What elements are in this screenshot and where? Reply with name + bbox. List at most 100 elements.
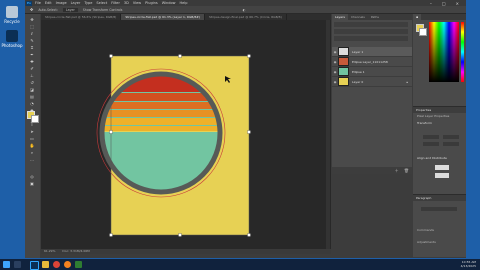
menu-filter[interactable]: Filter <box>111 1 120 5</box>
taskbar: 10:55 AM 4/13/2025 <box>0 259 480 270</box>
recycle-bin-label: Recycle <box>4 19 20 24</box>
hue-slider[interactable] <box>461 22 464 82</box>
photoshop-window: Ps File Edit Image Layer Type Select Fil… <box>25 0 466 258</box>
layer-actions-bar: ＋ 🗑︎ <box>332 167 412 174</box>
layer-name[interactable]: Layer 0 <box>352 80 363 84</box>
x-field[interactable] <box>423 142 439 146</box>
path-select-icon[interactable]: ➤ <box>28 129 36 134</box>
more-tools-icon[interactable]: … <box>28 157 36 162</box>
background-color-swatch[interactable] <box>31 115 39 123</box>
app-taskbar-icon[interactable] <box>75 261 82 268</box>
layer-row[interactable]: ◉ Ellipse Layer_11011258 <box>332 57 412 67</box>
crop-tool-icon[interactable]: ⌗ <box>28 45 36 50</box>
zoom-tool-icon[interactable]: ⌕ <box>28 150 36 155</box>
height-field[interactable] <box>443 135 459 139</box>
lasso-tool-icon[interactable]: ℓ <box>28 31 36 36</box>
align-buttons[interactable] <box>435 165 449 170</box>
quick-select-icon[interactable]: ✎ <box>28 38 36 43</box>
distribute-buttons[interactable] <box>435 173 449 178</box>
menu-help[interactable]: Help <box>180 1 188 5</box>
auto-select-label[interactable]: Auto-Select: <box>38 8 58 12</box>
menu-view[interactable]: View <box>133 1 141 5</box>
healing-brush-icon[interactable]: ✚ <box>28 59 36 64</box>
stripe-5 <box>102 118 220 125</box>
chrome-taskbar-icon[interactable] <box>53 261 60 268</box>
menu-file[interactable]: File <box>35 1 41 5</box>
menu-select[interactable]: Select <box>96 1 107 5</box>
maximize-icon[interactable]: □ <box>442 1 446 6</box>
document-canvas[interactable] <box>41 20 331 249</box>
adjustments-item[interactable]: Adjustments <box>413 239 436 246</box>
blur-tool-icon[interactable]: ◔ <box>28 101 36 106</box>
stamp-tool-icon[interactable]: ⊥ <box>28 73 36 78</box>
layer-name[interactable]: Layer 1 <box>352 50 363 54</box>
search-icon[interactable] <box>14 261 21 268</box>
menu-3d[interactable]: 3D <box>124 1 129 5</box>
lock-row[interactable] <box>334 36 408 41</box>
close-icon[interactable]: × <box>456 1 459 6</box>
delete-layer-icon[interactable]: 🗑︎ <box>404 168 409 173</box>
toolbar: ✥ ⬚ ℓ ✎ ⌗ ✒ ✚ ✐ ⊥ ↺ ◪ ▤ ◔ ● ✑ T ➤ ▭ ✋ ⌕ … <box>25 14 40 258</box>
app-logo: Ps <box>26 0 32 6</box>
menu-image[interactable]: Image <box>56 1 67 5</box>
layer-name[interactable]: Ellipse 1 <box>352 70 365 74</box>
menu-window[interactable]: Window <box>162 1 176 5</box>
brush-tool-icon[interactable]: ✐ <box>28 66 36 71</box>
stripe-3 <box>102 102 220 109</box>
options-bar: ✥ Auto-Select: Layer Show Transform Cont… <box>25 6 466 14</box>
browser-taskbar-icon[interactable] <box>64 261 71 268</box>
lock-icon: 🔒︎ <box>406 79 408 84</box>
gradient-tool-icon[interactable]: ▤ <box>28 94 36 99</box>
auto-select-dropdown[interactable]: Layer <box>62 7 78 12</box>
commands-item[interactable]: Commands <box>413 227 434 234</box>
transform-section[interactable]: Transform <box>413 120 466 127</box>
tab-color[interactable]: ▪ <box>413 14 422 20</box>
align-section[interactable]: Align and Distribute <box>413 155 447 162</box>
tab-channels[interactable]: Channels <box>348 15 368 19</box>
shape-tool-icon[interactable]: ▭ <box>28 136 36 141</box>
move-tool-icon[interactable]: ✥ <box>28 17 36 22</box>
minimize-icon[interactable]: – <box>430 1 432 6</box>
layer-row[interactable]: ◉ Ellipse 1 <box>332 67 412 77</box>
photoshop-icon[interactable] <box>6 30 18 42</box>
color-bg-swatch[interactable] <box>419 28 427 36</box>
y-field[interactable] <box>443 142 459 146</box>
folder-taskbar-icon[interactable] <box>42 261 49 268</box>
tab-layers[interactable]: Layers <box>332 14 348 20</box>
layer-filter-bar[interactable] <box>334 22 408 27</box>
color-panel: ▪ <box>413 14 466 106</box>
tab-paths[interactable]: Paths <box>368 15 382 19</box>
photoshop-label: Photoshop <box>1 43 23 48</box>
paragraph-align-buttons[interactable] <box>421 207 457 211</box>
menu-plugins[interactable]: Plugins <box>145 1 158 5</box>
width-field[interactable] <box>423 135 439 139</box>
color-picker-field[interactable] <box>429 22 459 82</box>
marquee-tool-icon[interactable]: ⬚ <box>28 24 36 29</box>
eyedropper-icon[interactable]: ✒ <box>28 52 36 57</box>
vertical-scrollbar[interactable] <box>326 20 330 249</box>
properties-panel: Properties Pixel Layer Properties Transf… <box>413 106 466 195</box>
move-tool-icon[interactable]: ✥ <box>30 7 33 12</box>
blend-mode-row[interactable] <box>334 29 408 34</box>
menu-type[interactable]: Type <box>84 1 92 5</box>
photoshop-taskbar-icon[interactable] <box>30 261 39 270</box>
system-clock[interactable]: 10:55 AM 4/13/2025 <box>461 260 476 268</box>
layer-row[interactable]: ◉ Layer 0 🔒︎ <box>332 77 412 87</box>
menu-layer[interactable]: Layer <box>71 1 81 5</box>
3d-mode-icon[interactable]: ◐ <box>242 8 245 12</box>
layer-row[interactable]: ◉ Layer 1 <box>332 47 412 57</box>
history-brush-icon[interactable]: ↺ <box>28 80 36 85</box>
paragraph-panel: Paragraph Commands Adjustments <box>413 194 466 257</box>
screen-mode-icon[interactable]: ▣ <box>28 181 36 186</box>
recycle-bin-icon[interactable] <box>6 6 18 18</box>
canvas-area[interactable] <box>41 20 331 249</box>
new-layer-icon[interactable]: ＋ <box>395 168 399 173</box>
zoom-level[interactable]: 61.29% <box>44 249 55 253</box>
start-icon[interactable] <box>3 261 10 268</box>
eraser-icon[interactable]: ◪ <box>28 87 36 92</box>
menu-edit[interactable]: Edit <box>45 1 52 5</box>
quick-mask-icon[interactable]: ◎ <box>28 174 36 179</box>
layer-name[interactable]: Ellipse Layer_11011258 <box>352 60 388 64</box>
show-transform-checkbox[interactable]: Show Transform Controls <box>83 8 123 12</box>
hand-tool-icon[interactable]: ✋ <box>28 143 36 148</box>
